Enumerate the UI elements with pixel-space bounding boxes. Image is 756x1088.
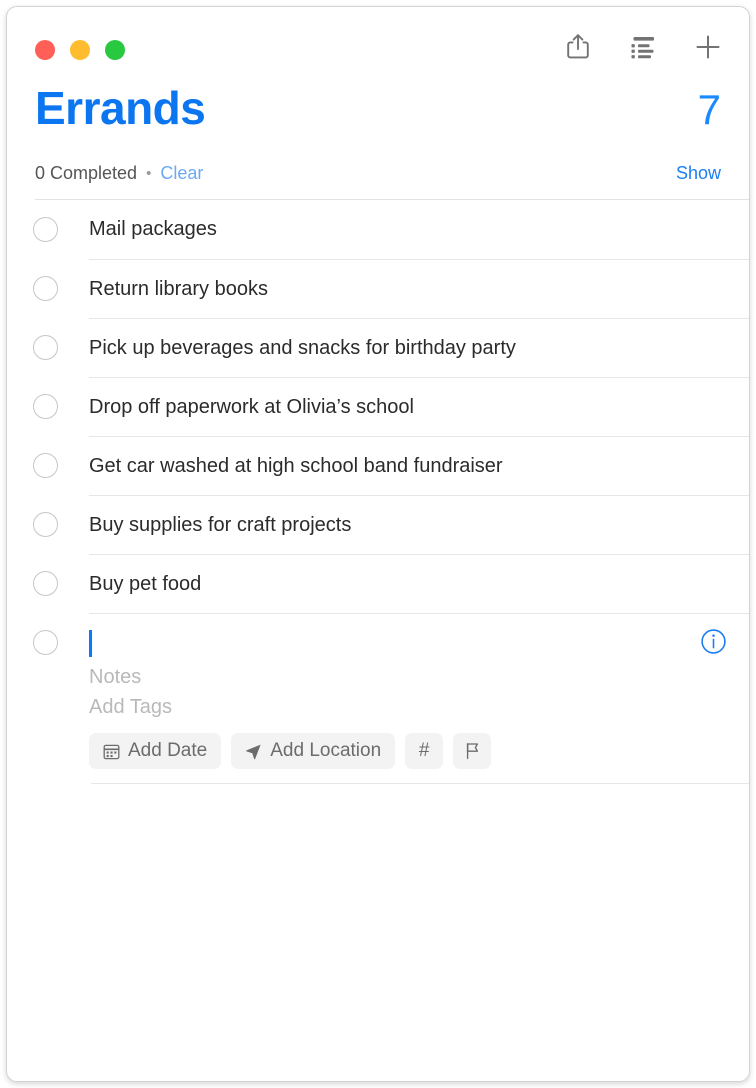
reminder-title: Pick up beverages and snacks for birthda…	[89, 337, 516, 359]
show-completed-button[interactable]: Show	[676, 163, 721, 184]
reminder-title: Drop off paperwork at Olivia’s school	[89, 396, 414, 418]
reminder-checkbox[interactable]	[33, 512, 58, 537]
table-row[interactable]: Return library books	[7, 259, 749, 318]
reminder-title: Mail packages	[89, 218, 217, 240]
zoom-button[interactable]	[105, 40, 125, 60]
reminder-body: Return library books	[89, 259, 749, 318]
new-reminder-row[interactable]: Notes Add Tags Add Date Add Location #	[7, 613, 749, 783]
add-reminder-button[interactable]	[691, 31, 725, 65]
table-row[interactable]: Mail packages	[7, 200, 749, 259]
reminder-body: Pick up beverages and snacks for birthda…	[89, 318, 749, 377]
reminder-checkbox[interactable]	[33, 571, 58, 596]
share-button[interactable]	[561, 31, 595, 65]
text-caret	[89, 629, 92, 657]
add-tag-button[interactable]: #	[405, 733, 444, 769]
reminder-checkbox[interactable]	[33, 276, 58, 301]
table-row[interactable]: Buy supplies for craft projects	[7, 495, 749, 554]
calendar-icon	[103, 743, 120, 760]
table-row[interactable]: Pick up beverages and snacks for birthda…	[7, 318, 749, 377]
add-location-button[interactable]: Add Location	[231, 733, 396, 769]
new-reminder-body: Notes Add Tags Add Date Add Location #	[89, 613, 749, 783]
new-reminder-title-field[interactable]	[89, 614, 749, 662]
reminder-list: Mail packages Return library books Pick …	[7, 200, 749, 784]
reminder-checkbox[interactable]	[33, 630, 58, 655]
list-options-icon	[630, 35, 657, 62]
reminder-title: Buy supplies for craft projects	[89, 514, 352, 536]
title-row: Errands 7	[35, 85, 721, 147]
window-toolbar	[7, 7, 749, 85]
reminders-window: Errands 7 0 Completed • Clear Show Mail …	[6, 6, 750, 1082]
reminder-body: Get car washed at high school band fundr…	[89, 436, 749, 495]
reminder-title: Buy pet food	[89, 573, 202, 595]
reminder-count: 7	[697, 86, 721, 133]
reminder-body: Buy pet food	[89, 554, 749, 613]
add-date-label: Add Date	[128, 740, 208, 761]
toolbar-actions	[561, 31, 725, 65]
tags-field[interactable]: Add Tags	[89, 692, 749, 722]
completed-count-label: 0 Completed	[35, 162, 138, 183]
reminder-checkbox[interactable]	[33, 453, 58, 478]
quick-action-chips: Add Date Add Location #	[89, 733, 749, 769]
share-icon	[566, 33, 590, 63]
list-options-button[interactable]	[626, 31, 660, 65]
page-title: Errands	[35, 82, 206, 134]
completed-group: 0 Completed • Clear	[35, 163, 203, 184]
hashtag-icon: #	[418, 740, 430, 761]
list-bottom-divider	[91, 783, 749, 784]
flag-icon	[464, 742, 481, 760]
table-row[interactable]: Drop off paperwork at Olivia’s school	[7, 377, 749, 436]
flag-button[interactable]	[453, 733, 492, 769]
reminder-body: Drop off paperwork at Olivia’s school	[89, 377, 749, 436]
reminder-body: Buy supplies for craft projects	[89, 495, 749, 554]
clear-completed-button[interactable]: Clear	[160, 163, 203, 184]
add-location-label: Add Location	[270, 740, 382, 761]
reminder-title: Return library books	[89, 278, 268, 300]
reminder-checkbox[interactable]	[33, 335, 58, 360]
plus-icon	[694, 33, 722, 64]
notes-field[interactable]: Notes	[89, 662, 749, 692]
list-header: Errands 7 0 Completed • Clear Show	[7, 85, 749, 199]
traffic-lights	[35, 40, 125, 60]
close-button[interactable]	[35, 40, 55, 60]
reminder-checkbox[interactable]	[33, 217, 58, 242]
reminder-body: Mail packages	[89, 200, 749, 258]
table-row[interactable]: Buy pet food	[7, 554, 749, 613]
bullet-separator: •	[146, 164, 152, 182]
add-date-button[interactable]: Add Date	[89, 733, 222, 769]
completed-row: 0 Completed • Clear Show	[35, 147, 721, 199]
table-row[interactable]: Get car washed at high school band fundr…	[7, 436, 749, 495]
minimize-button[interactable]	[70, 40, 90, 60]
reminder-title: Get car washed at high school band fundr…	[89, 455, 503, 477]
reminder-info-button[interactable]	[700, 628, 727, 655]
location-arrow-icon	[245, 743, 262, 760]
reminder-checkbox[interactable]	[33, 394, 58, 419]
